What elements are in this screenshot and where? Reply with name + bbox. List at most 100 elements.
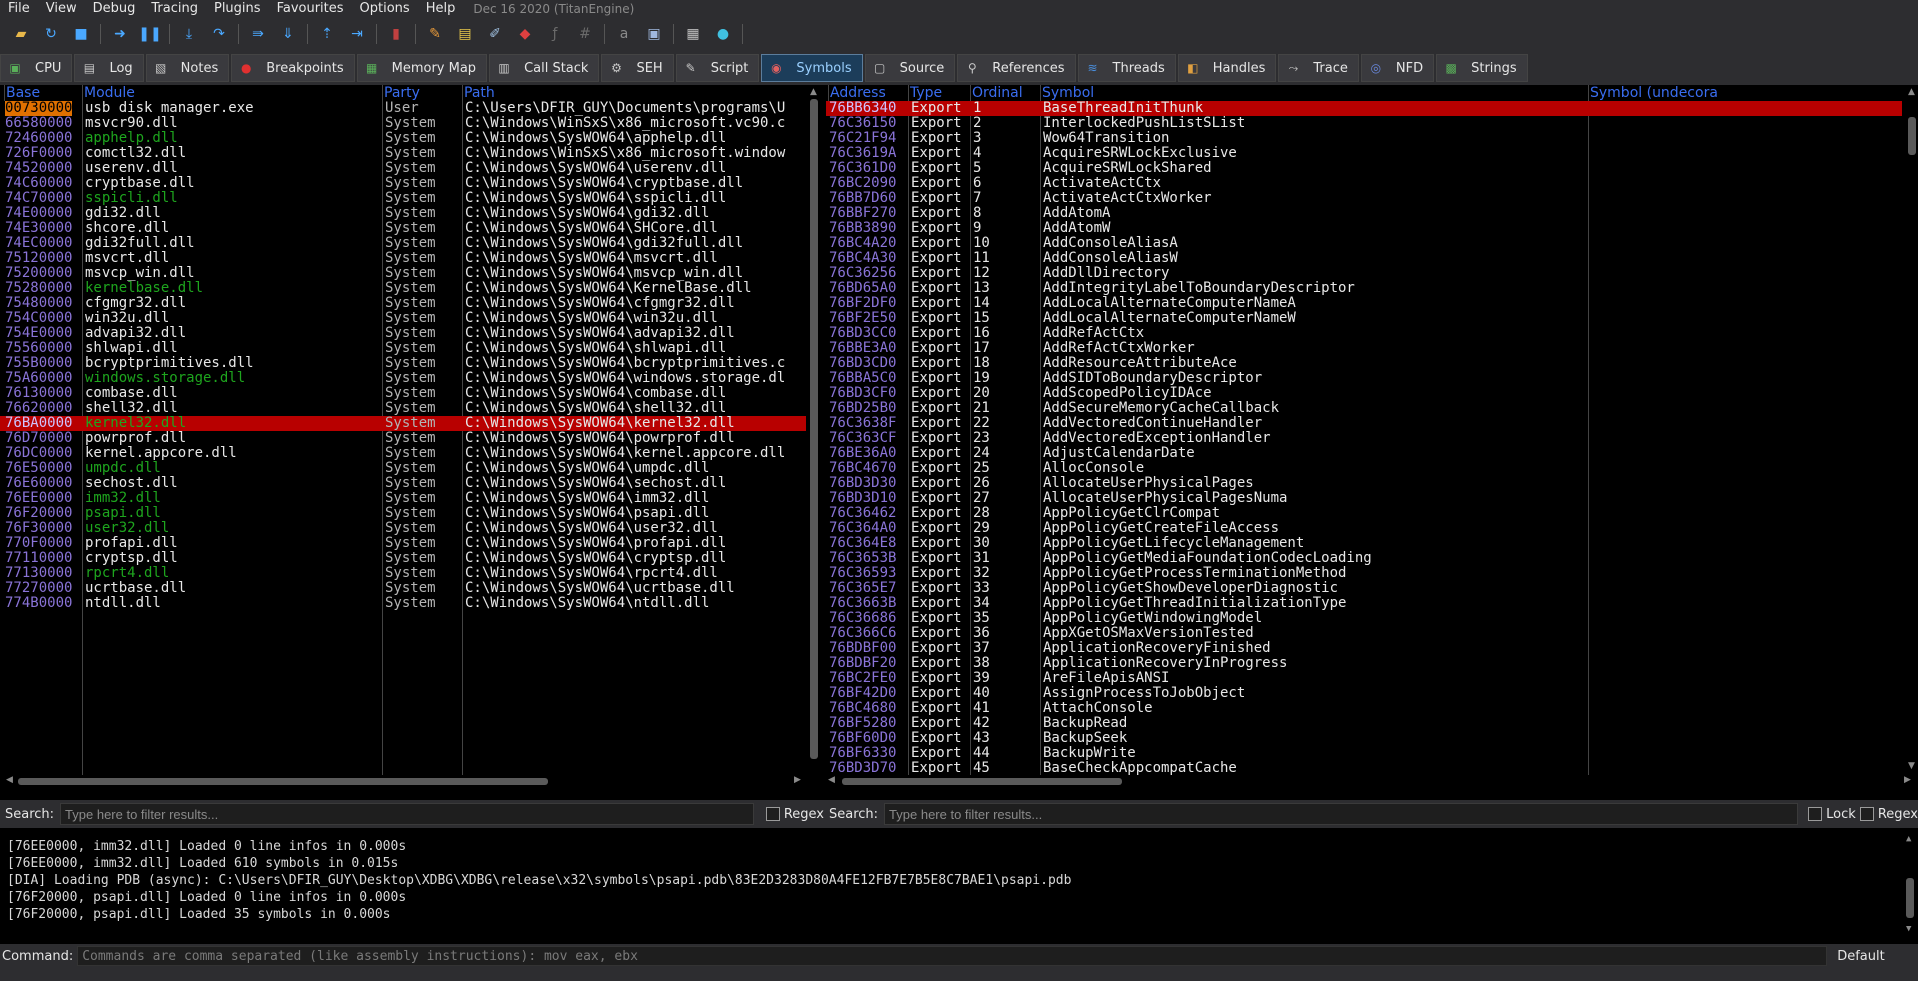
menu-item-tracing[interactable]: Tracing bbox=[143, 0, 206, 17]
symbol-row[interactable]: 76BBA5C0 Export 19 AddSIDToBoundaryDescript… bbox=[826, 371, 1902, 386]
step-into-icon[interactable]: ⤓ bbox=[180, 25, 198, 43]
log-vertical-scrollbar[interactable]: ▲ ▼ bbox=[1904, 832, 1916, 937]
module-row[interactable]: 74E00000 gdi32.dll System C:\Windows\SysWOW… bbox=[0, 206, 806, 221]
module-row[interactable]: 74E30000 shcore.dll System C:\Windows\SysWO… bbox=[0, 221, 806, 236]
symbol-row[interactable]: 76BBF270 Export 8 AddAtomA bbox=[826, 206, 1902, 221]
labels-icon[interactable]: ✐ bbox=[486, 25, 504, 43]
module-row[interactable]: 74520000 userenv.dll System C:\Windows\SysW… bbox=[0, 161, 806, 176]
module-row[interactable]: 77110000 cryptsp.dll System C:\Windows\SysW… bbox=[0, 551, 806, 566]
open-folder-icon[interactable]: ▰ bbox=[12, 25, 30, 43]
menu-item-favourites[interactable]: Favourites bbox=[269, 0, 352, 17]
symbol-row[interactable]: 76C3638F Export 22 AddVectoredContinueHandl… bbox=[826, 416, 1902, 431]
scrollbar-thumb[interactable] bbox=[18, 778, 548, 785]
symbol-row[interactable]: 76C361D0 Export 5 AcquireSRWLockShared bbox=[826, 161, 1902, 176]
checkbox-box[interactable] bbox=[1859, 807, 1874, 821]
symbol-row[interactable]: 76BB6340 Export 1 BaseThreadInitThunk bbox=[826, 101, 1902, 116]
symbol-row[interactable]: 76C3653B Export 31 AppPolicyGetMediaFoundat… bbox=[826, 551, 1902, 566]
symbols-vertical-scrollbar[interactable]: ▲ ▼ bbox=[1906, 85, 1918, 775]
restart-icon[interactable]: ↻ bbox=[42, 25, 60, 43]
execute-till-return-icon[interactable]: ⇡ bbox=[318, 25, 336, 43]
lock-checkbox[interactable]: Lock bbox=[1808, 807, 1856, 822]
symbol-row[interactable]: 76BE36A0 Export 24 AdjustCalendarDate bbox=[826, 446, 1902, 461]
tab-threads[interactable]: ≋ Threads bbox=[1077, 54, 1176, 82]
column-header-ordinal[interactable]: Ordinal bbox=[970, 85, 1040, 101]
tab-call-stack[interactable]: ▥ Call Stack bbox=[489, 54, 600, 82]
tab-memory-map[interactable]: ▦ Memory Map bbox=[356, 54, 488, 82]
module-row[interactable]: 755B0000 bcryptprimitives.dll System C:\Win… bbox=[0, 356, 806, 371]
symbol-row[interactable]: 76BD3CC0 Export 16 AddRefActCtx bbox=[826, 326, 1902, 341]
scrollbar-thumb[interactable] bbox=[1908, 117, 1916, 155]
module-row[interactable]: 76EE0000 imm32.dll System C:\Windows\SysWOW… bbox=[0, 491, 806, 506]
symbol-row[interactable]: 76C365E7 Export 33 AppPolicyGetShowDevelope… bbox=[826, 581, 1902, 596]
module-row[interactable]: 76D70000 powrprof.dll System C:\Windows\Sys… bbox=[0, 431, 806, 446]
checkbox-box[interactable] bbox=[1808, 807, 1823, 821]
symbol-row[interactable]: 76BB7D60 Export 7 ActivateActCtxWorker bbox=[826, 191, 1902, 206]
symbol-row[interactable]: 76BC4A30 Export 11 AddConsoleAliasW bbox=[826, 251, 1902, 266]
symbol-row[interactable]: 76BD3D10 Export 27 AllocateUserPhysicalPage… bbox=[826, 491, 1902, 506]
run-icon[interactable]: ➜ bbox=[111, 25, 129, 43]
symbol-row[interactable]: 76C3663B Export 34 AppPolicyGetThreadInitia… bbox=[826, 596, 1902, 611]
tab-strings[interactable]: ▩ Strings bbox=[1436, 54, 1528, 82]
module-row[interactable]: 76DC0000 kernel.appcore.dll System C:\Windo… bbox=[0, 446, 806, 461]
module-row[interactable]: 774B0000 ntdll.dll System C:\Windows\SysWOW… bbox=[0, 596, 806, 611]
tab-breakpoints[interactable]: ● Breakpoints bbox=[231, 54, 355, 82]
pause-icon[interactable]: ❚❚ bbox=[138, 25, 161, 43]
hash-icon[interactable]: # bbox=[576, 25, 594, 43]
column-header-base[interactable]: Base bbox=[4, 85, 82, 101]
scrollbar-thumb[interactable] bbox=[1906, 878, 1914, 918]
checkbox-box[interactable] bbox=[765, 807, 780, 821]
symbol-row[interactable]: 76BBE3A0 Export 17 AddRefActCtxWorker bbox=[826, 341, 1902, 356]
menu-item-debug[interactable]: Debug bbox=[85, 0, 144, 17]
module-row[interactable]: 77130000 rpcrt4.dll System C:\Windows\SysWO… bbox=[0, 566, 806, 581]
scroll-left-arrow-icon[interactable]: ◀ bbox=[828, 775, 835, 785]
symbol-row[interactable]: 76BC2FE0 Export 39 AreFileApisANSI bbox=[826, 671, 1902, 686]
symbol-row[interactable]: 76BB3890 Export 9 AddAtomW bbox=[826, 221, 1902, 236]
tab-notes[interactable]: ▧ Notes bbox=[145, 54, 230, 82]
module-row[interactable]: 75120000 msvcrt.dll System C:\Windows\SysWO… bbox=[0, 251, 806, 266]
symbol-row[interactable]: 76BF5280 Export 42 BackupRead bbox=[826, 716, 1902, 731]
modules-vertical-scrollbar-track[interactable]: ▲ bbox=[808, 85, 820, 775]
trace-into-icon[interactable]: ⇛ bbox=[249, 25, 267, 43]
module-row[interactable]: 74EC0000 gdi32full.dll System C:\Windows\Sy… bbox=[0, 236, 806, 251]
scroll-up-arrow-icon[interactable]: ▲ bbox=[1908, 87, 1915, 97]
symbol-row[interactable]: 76BF6330 Export 44 BackupWrite bbox=[826, 746, 1902, 761]
module-row[interactable]: 76F20000 psapi.dll System C:\Windows\SysWOW… bbox=[0, 506, 806, 521]
tab-script[interactable]: ✎ Script bbox=[675, 54, 760, 82]
symbol-row[interactable]: 76C364E8 Export 30 AppPolicyGetLifecycleMan… bbox=[826, 536, 1902, 551]
tab-seh[interactable]: ⚙ SEH bbox=[601, 54, 674, 82]
tab-log[interactable]: ▤ Log bbox=[74, 54, 144, 82]
module-row[interactable]: 76E50000 umpdc.dll System C:\Windows\SysWOW… bbox=[0, 461, 806, 476]
scrollbar-thumb[interactable] bbox=[842, 778, 1122, 785]
symbol-row[interactable]: 76C36593 Export 32 AppPolicyGetProcessTermi… bbox=[826, 566, 1902, 581]
symbol-row[interactable]: 76BD3CD0 Export 18 AddResourceAttributeAce bbox=[826, 356, 1902, 371]
symbol-row[interactable]: 76C364A0 Export 29 AppPolicyGetCreateFileAc… bbox=[826, 521, 1902, 536]
scroll-left-arrow-icon[interactable]: ◀ bbox=[6, 775, 13, 785]
column-header-party[interactable]: Party bbox=[382, 85, 462, 101]
module-row[interactable]: 75200000 msvcp_win.dll System C:\Windows\Sy… bbox=[0, 266, 806, 281]
regex-checkbox[interactable]: Regex bbox=[765, 807, 824, 822]
modules-horizontal-scrollbar[interactable]: ◀ ▶ bbox=[0, 775, 808, 787]
settings-icon[interactable]: ▣ bbox=[645, 25, 663, 43]
scroll-right-arrow-icon[interactable]: ▶ bbox=[794, 775, 801, 785]
calculator-icon[interactable]: ▦ bbox=[684, 25, 702, 43]
tab-source[interactable]: ▢ Source bbox=[864, 54, 956, 82]
module-row[interactable]: 75560000 shlwapi.dll System C:\Windows\SysW… bbox=[0, 341, 806, 356]
module-row[interactable]: 75A60000 windows.storage.dll System C:\Wind… bbox=[0, 371, 806, 386]
menu-item-file[interactable]: File bbox=[0, 0, 38, 17]
tab-symbols[interactable]: ◉ Symbols bbox=[761, 54, 863, 82]
symbol-row[interactable]: 76BD3D70 Export 45 BaseCheckAppcompatCache bbox=[826, 761, 1902, 776]
scroll-up-arrow-icon[interactable]: ▲ bbox=[810, 87, 817, 97]
comments-icon[interactable]: ▤ bbox=[456, 25, 474, 43]
scroll-down-arrow-icon[interactable]: ▼ bbox=[1908, 761, 1915, 771]
module-row[interactable]: 76130000 combase.dll System C:\Windows\SysW… bbox=[0, 386, 806, 401]
tab-handles[interactable]: ◧ Handles bbox=[1177, 54, 1277, 82]
menu-item-options[interactable]: Options bbox=[352, 0, 418, 17]
modules-search-input[interactable] bbox=[60, 803, 754, 825]
module-row[interactable]: 74C60000 cryptbase.dll System C:\Windows\Sy… bbox=[0, 176, 806, 191]
symbol-row[interactable]: 76BF42D0 Export 40 AssignProcessToJobObject bbox=[826, 686, 1902, 701]
stop-icon[interactable]: ■ bbox=[72, 25, 90, 43]
symbol-row[interactable]: 76BF60D0 Export 43 BackupSeek bbox=[826, 731, 1902, 746]
column-header-symbol[interactable]: Symbol bbox=[1040, 85, 1588, 101]
symbol-row[interactable]: 76BC4A20 Export 10 AddConsoleAliasA bbox=[826, 236, 1902, 251]
run-to-user-code-icon[interactable]: ⇥ bbox=[348, 25, 366, 43]
